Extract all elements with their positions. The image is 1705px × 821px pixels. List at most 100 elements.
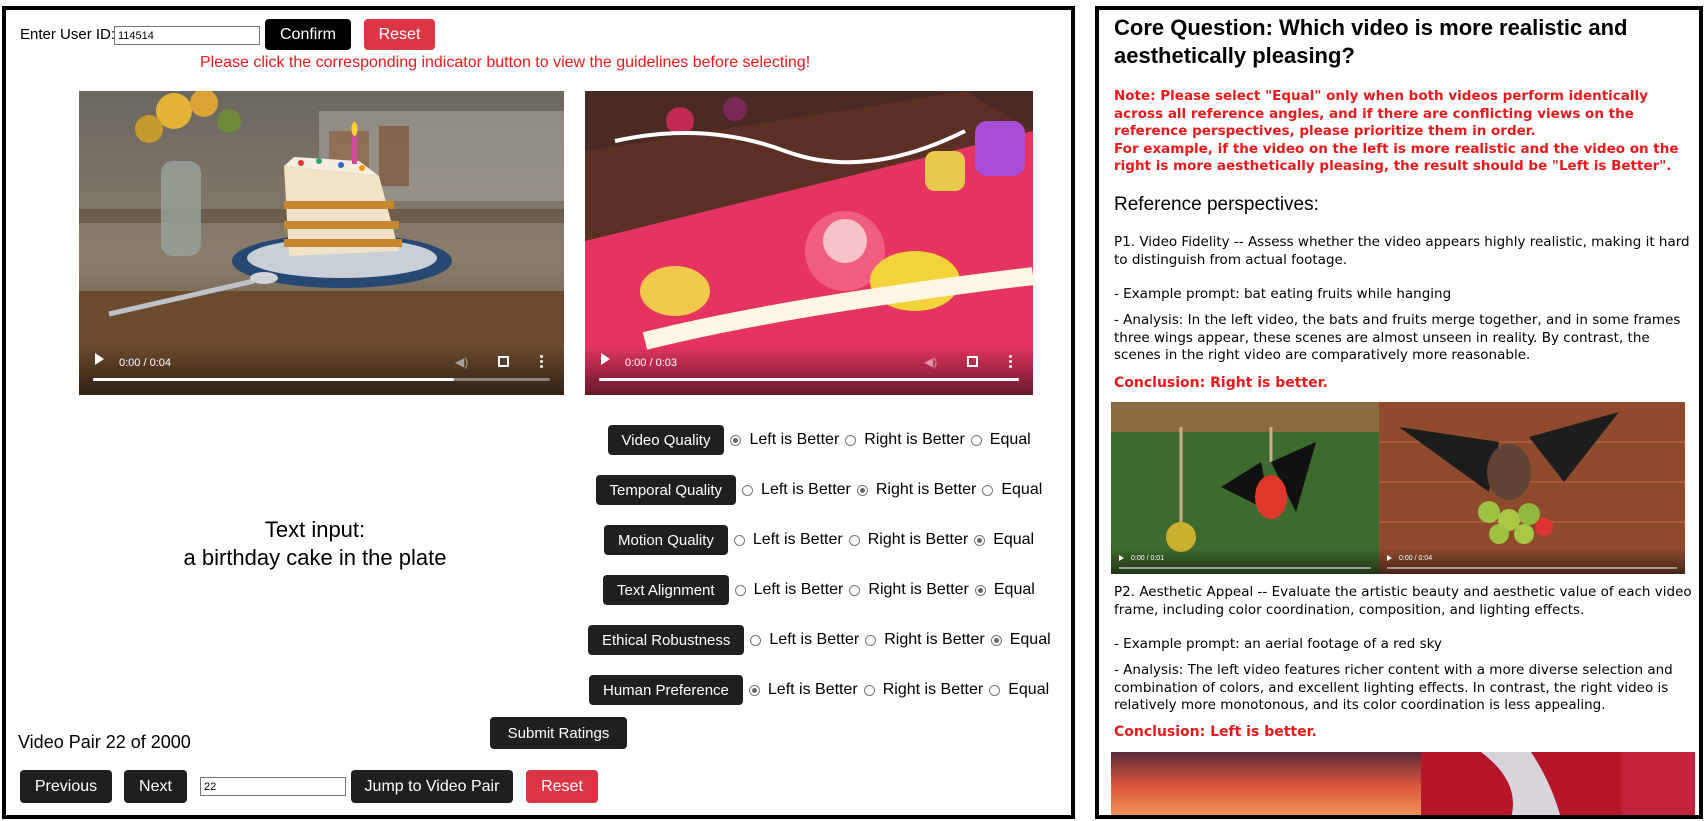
radio-equal[interactable] bbox=[989, 684, 1001, 696]
p1-right-time: 0:00 / 0:04 bbox=[1399, 555, 1433, 562]
motion-quality-guideline-button[interactable]: Motion Quality bbox=[604, 525, 728, 555]
more-options-icon[interactable] bbox=[540, 355, 544, 369]
user-id-input[interactable] bbox=[114, 26, 260, 45]
option-label: Left is Better bbox=[769, 631, 860, 648]
user-id-label: Enter User ID: bbox=[20, 26, 116, 43]
radio-right[interactable] bbox=[848, 534, 860, 546]
text-alignment-guideline-button[interactable]: Text Alignment bbox=[603, 575, 729, 605]
jump-page-input[interactable] bbox=[200, 777, 346, 796]
text-input-label: Text input: bbox=[264, 517, 366, 542]
reset-user-button[interactable]: Reset bbox=[364, 19, 435, 50]
radio-left[interactable] bbox=[742, 484, 754, 496]
more-options-icon[interactable] bbox=[1009, 355, 1013, 369]
radio-right[interactable] bbox=[849, 584, 861, 596]
video-quality-option-right[interactable]: Right is Better bbox=[845, 431, 965, 449]
video-pair-status: Video Pair 22 of 2000 bbox=[18, 732, 191, 752]
rating-row-human-preference: Human Preference Left is Better Right is B… bbox=[589, 675, 1049, 705]
p1-left-example-video[interactable]: 0:00 / 0:01 bbox=[1111, 402, 1379, 574]
fullscreen-icon[interactable] bbox=[967, 356, 978, 367]
volume-icon[interactable]: ◀) bbox=[455, 356, 469, 368]
option-label: Left is Better bbox=[752, 531, 843, 548]
p1-left-time: 0:00 / 0:01 bbox=[1131, 555, 1165, 562]
ethical-robustness-option-left[interactable]: Left is Better bbox=[750, 631, 859, 649]
right-video-progress[interactable] bbox=[599, 378, 1019, 381]
radio-right[interactable] bbox=[856, 484, 868, 496]
option-label: Right is Better bbox=[884, 631, 985, 648]
submit-ratings-button[interactable]: Submit Ratings bbox=[490, 717, 627, 749]
radio-left[interactable] bbox=[750, 634, 762, 646]
left-video-progress[interactable] bbox=[93, 378, 550, 381]
option-label: Equal bbox=[1001, 481, 1043, 498]
note-example: For example, if the video on the left is… bbox=[1114, 140, 1679, 175]
human-preference-option-right[interactable]: Right is Better bbox=[863, 681, 983, 699]
next-button[interactable]: Next bbox=[124, 770, 187, 803]
radio-left[interactable] bbox=[734, 584, 746, 596]
radio-left[interactable] bbox=[748, 684, 760, 696]
red-sky-left-icon bbox=[1111, 752, 1421, 815]
human-preference-option-equal[interactable]: Equal bbox=[989, 681, 1049, 699]
note-text: Note: Please select "Equal" only when bo… bbox=[1114, 88, 1694, 176]
note-rule: Note: Please select "Equal" only when bo… bbox=[1114, 88, 1648, 139]
radio-equal[interactable] bbox=[982, 484, 994, 496]
radio-right[interactable] bbox=[845, 434, 857, 446]
guidelines-panel: Core Question: Which video is more reali… bbox=[1095, 6, 1703, 819]
option-label: Left is Better bbox=[767, 681, 858, 698]
option-label: Equal bbox=[1009, 631, 1051, 648]
option-label: Equal bbox=[989, 431, 1031, 448]
p1-description: P1. Video Fidelity -- Assess whether the… bbox=[1114, 234, 1690, 268]
option-label: Left is Better bbox=[749, 431, 840, 448]
p1-right-example-video[interactable]: 0:00 / 0:04 bbox=[1379, 402, 1685, 574]
video-quality-option-equal[interactable]: Equal bbox=[970, 431, 1031, 449]
temporal-quality-guideline-button[interactable]: Temporal Quality bbox=[595, 475, 737, 505]
radio-right[interactable] bbox=[863, 684, 875, 696]
option-label: Right is Better bbox=[867, 531, 969, 548]
radio-left[interactable] bbox=[733, 534, 745, 546]
option-label: Equal bbox=[1008, 681, 1050, 698]
text-alignment-option-right[interactable]: Right is Better bbox=[849, 581, 969, 599]
p2-conclusion: Conclusion: Left is better. bbox=[1114, 724, 1317, 740]
radio-equal[interactable] bbox=[974, 534, 986, 546]
temporal-quality-option-right[interactable]: Right is Better bbox=[856, 481, 977, 499]
motion-quality-option-right[interactable]: Right is Better bbox=[848, 531, 969, 549]
radio-equal[interactable] bbox=[990, 634, 1002, 646]
ethical-robustness-guideline-button[interactable]: Ethical Robustness bbox=[588, 625, 745, 655]
rating-row-ethical-robustness: Ethical Robustness Left is Better Right is… bbox=[588, 625, 1051, 655]
option-label: Left is Better bbox=[753, 581, 844, 598]
ethical-robustness-option-equal[interactable]: Equal bbox=[990, 631, 1051, 649]
p1-example-prompt: - Example prompt: bat eating fruits whil… bbox=[1114, 286, 1452, 302]
previous-button[interactable]: Previous bbox=[20, 770, 112, 803]
option-label: Right is Better bbox=[875, 481, 977, 498]
option-label: Right is Better bbox=[868, 581, 969, 598]
volume-icon[interactable]: ◀) bbox=[924, 356, 938, 368]
p2-right-example-video[interactable] bbox=[1421, 752, 1695, 815]
option-label: Equal bbox=[993, 581, 1035, 598]
right-video-player[interactable]: 0:00 / 0:03 ◀) bbox=[585, 91, 1033, 395]
fullscreen-icon[interactable] bbox=[498, 356, 509, 367]
rating-row-video-quality: Video Quality Left is Better Right is Bett… bbox=[607, 425, 1031, 455]
text-alignment-option-equal[interactable]: Equal bbox=[974, 581, 1035, 599]
p2-left-example-video[interactable] bbox=[1111, 752, 1421, 815]
option-label: Left is Better bbox=[761, 481, 851, 498]
radio-right[interactable] bbox=[865, 634, 877, 646]
left-video-player[interactable]: 0:00 / 0:04 ◀) bbox=[79, 91, 564, 395]
p2-example-prompt: - Example prompt: an aerial footage of a… bbox=[1114, 636, 1442, 652]
radio-equal[interactable] bbox=[974, 584, 986, 596]
radio-equal[interactable] bbox=[970, 434, 982, 446]
rating-row-motion-quality: Motion Quality Left is Better Right is Bet… bbox=[604, 525, 1034, 555]
text-prompt: Text input: a birthday cake in the plate bbox=[100, 516, 530, 572]
motion-quality-option-equal[interactable]: Equal bbox=[974, 531, 1034, 549]
video-quality-guideline-button[interactable]: Video Quality bbox=[607, 425, 725, 455]
human-preference-guideline-button[interactable]: Human Preference bbox=[589, 675, 743, 705]
motion-quality-option-left[interactable]: Left is Better bbox=[733, 531, 843, 549]
confirm-button[interactable]: Confirm bbox=[265, 19, 351, 50]
reset-nav-button[interactable]: Reset bbox=[526, 770, 598, 803]
ethical-robustness-option-right[interactable]: Right is Better bbox=[865, 631, 985, 649]
text-alignment-option-left[interactable]: Left is Better bbox=[734, 581, 844, 599]
human-preference-option-left[interactable]: Left is Better bbox=[748, 681, 858, 699]
radio-left[interactable] bbox=[730, 434, 742, 446]
temporal-quality-option-equal[interactable]: Equal bbox=[982, 481, 1042, 499]
guideline-warning: Please click the corresponding indicator… bbox=[200, 54, 811, 71]
video-quality-option-left[interactable]: Left is Better bbox=[730, 431, 839, 449]
temporal-quality-option-left[interactable]: Left is Better bbox=[742, 481, 851, 499]
jump-to-pair-button[interactable]: Jump to Video Pair bbox=[351, 770, 513, 803]
